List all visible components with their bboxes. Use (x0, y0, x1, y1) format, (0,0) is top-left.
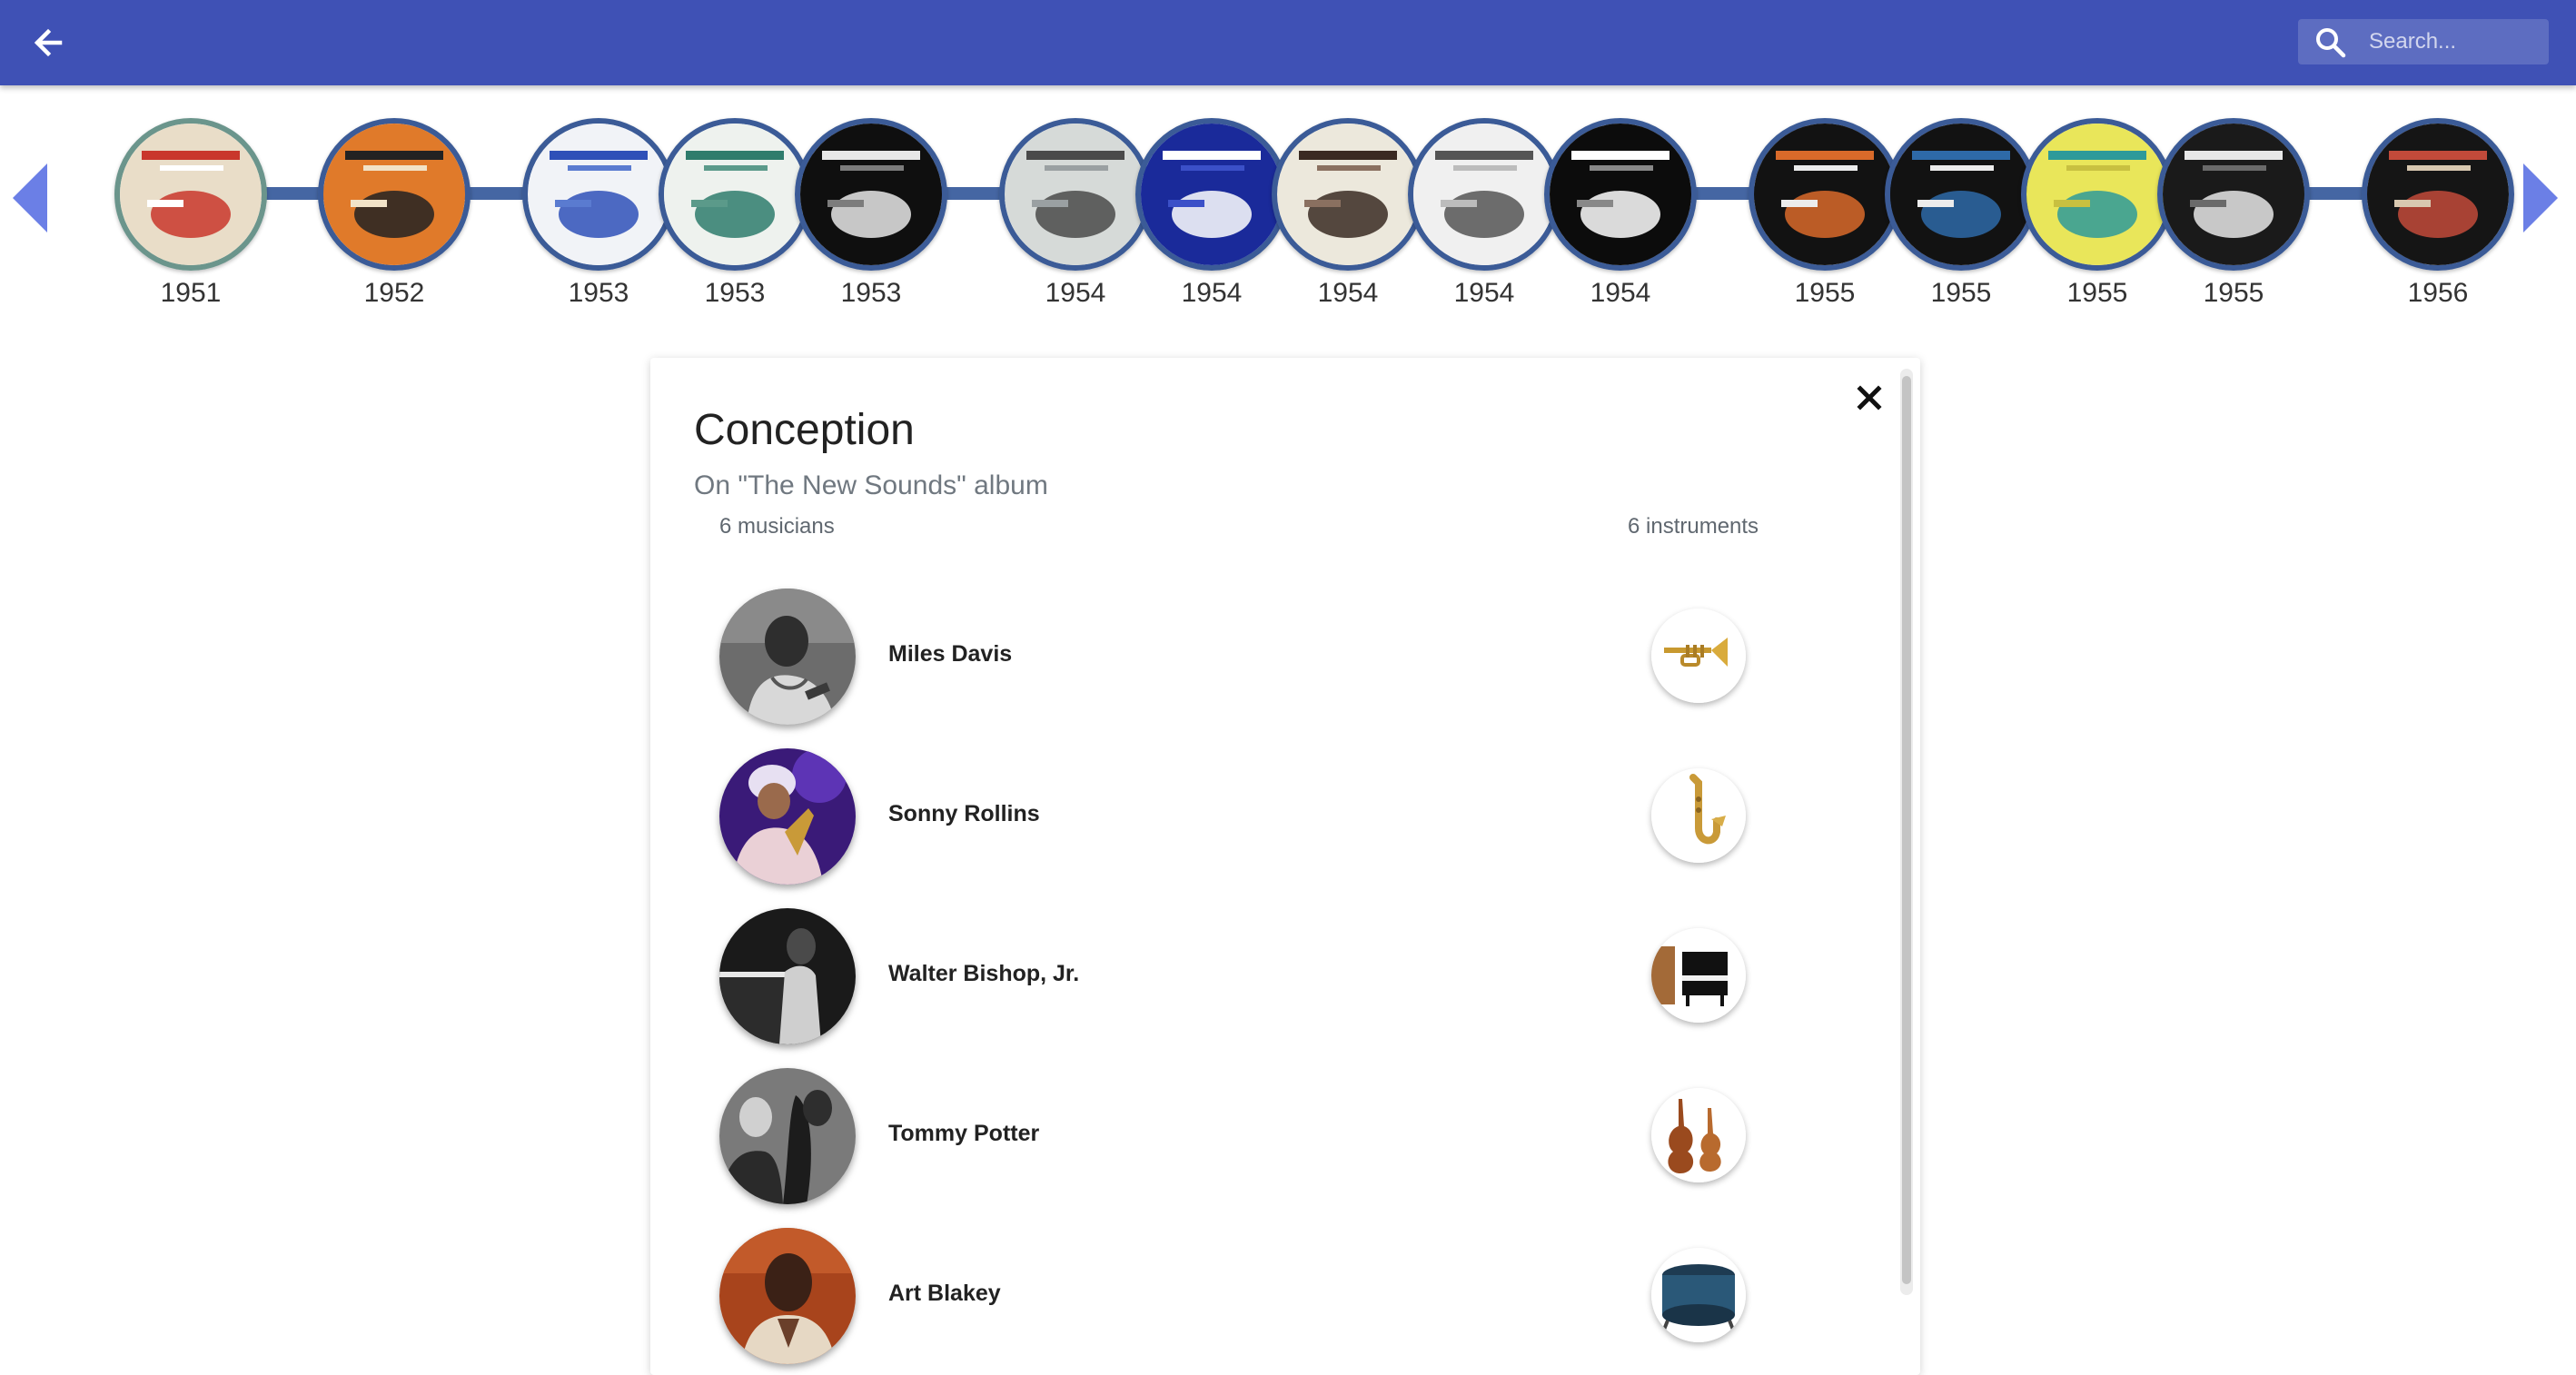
album-item[interactable]: 1953 (659, 118, 811, 309)
musician-name[interactable]: Tommy Potter (888, 1121, 1039, 1147)
saxophone-icon[interactable] (1651, 768, 1746, 863)
album-item[interactable]: 1954 (1135, 118, 1288, 309)
album-cover[interactable] (2362, 118, 2514, 271)
album-cover[interactable] (318, 118, 471, 271)
album-item[interactable]: 1954 (1408, 118, 1560, 309)
musician-photo[interactable] (719, 908, 856, 1044)
musician-row: Walter Bishop, Jr. (719, 908, 1809, 1044)
album-year: 1954 (1590, 278, 1651, 308)
musician-photo[interactable] (719, 589, 856, 725)
album-cover[interactable] (2157, 118, 2310, 271)
album-year: 1955 (1930, 278, 1992, 308)
double-bass-icon[interactable] (1651, 1088, 1746, 1182)
musician-name[interactable]: Walter Bishop, Jr. (888, 961, 1079, 987)
musician-photo[interactable] (719, 748, 856, 885)
musician-photo[interactable] (719, 1068, 856, 1204)
album-year: 1951 (160, 278, 222, 308)
trumpet-icon[interactable] (1651, 608, 1746, 703)
musician-row: Tommy Potter (719, 1068, 1809, 1204)
album-cover[interactable] (1408, 118, 1560, 271)
scrollbar-thumb[interactable] (1902, 376, 1911, 1284)
album-year: 1955 (2203, 278, 2264, 308)
musician-row: Art Blakey (719, 1228, 1809, 1364)
search-input[interactable] (2369, 19, 2541, 64)
album-item[interactable]: 1955 (2157, 118, 2310, 309)
album-cover[interactable] (1885, 118, 2037, 271)
timeline-track: 1951 1952 1953 1953 1953 1954 1954 1954 1954 1954… (0, 100, 2576, 318)
search-box[interactable] (2298, 19, 2549, 64)
album-year: 1952 (363, 278, 425, 308)
album-item[interactable]: 1951 (114, 118, 267, 309)
album-timeline: 1951 1952 1953 1953 1953 1954 1954 1954 1954 1954… (0, 100, 2576, 318)
album-year: 1953 (568, 278, 629, 308)
triangle-right-icon[interactable] (2522, 163, 2558, 232)
app-bar (0, 0, 2576, 85)
album-year: 1953 (704, 278, 766, 308)
album-cover[interactable] (659, 118, 811, 271)
album-year: 1956 (2407, 278, 2469, 308)
album-subtitle: On "The New Sounds" album (694, 470, 1048, 500)
album-cover[interactable] (1135, 118, 1288, 271)
album-item[interactable]: 1955 (1749, 118, 1901, 309)
album-cover[interactable] (2021, 118, 2174, 271)
album-item[interactable]: 1956 (2362, 118, 2514, 309)
album-item[interactable]: 1954 (1272, 118, 1424, 309)
search-icon (2316, 28, 2346, 58)
musician-row: Sonny Rollins (719, 748, 1809, 885)
album-cover[interactable] (1272, 118, 1424, 271)
album-cover[interactable] (1544, 118, 1697, 271)
musicians-count: 6 musicians (719, 514, 835, 539)
musician-name[interactable]: Art Blakey (888, 1281, 1001, 1307)
album-cover[interactable] (795, 118, 947, 271)
album-item[interactable]: 1953 (522, 118, 675, 309)
track-title: Conception (694, 406, 915, 454)
musician-name[interactable]: Miles Davis (888, 641, 1012, 668)
album-item[interactable]: 1954 (999, 118, 1152, 309)
album-cover[interactable] (522, 118, 675, 271)
musician-name[interactable]: Sonny Rollins (888, 801, 1040, 827)
album-year: 1954 (1181, 278, 1243, 308)
album-year: 1953 (840, 278, 902, 308)
album-item[interactable]: 1953 (795, 118, 947, 309)
album-year: 1955 (1794, 278, 1856, 308)
album-year: 1955 (2066, 278, 2128, 308)
musician-row: Miles Davis (719, 589, 1809, 725)
back-button[interactable] (24, 18, 73, 67)
instruments-count: 6 instruments (1628, 514, 1759, 539)
album-cover[interactable] (1749, 118, 1901, 271)
musician-photo[interactable] (719, 1228, 856, 1364)
album-year: 1954 (1317, 278, 1379, 308)
album-item[interactable]: 1955 (2021, 118, 2174, 309)
album-item[interactable]: 1952 (318, 118, 471, 309)
album-year: 1954 (1045, 278, 1106, 308)
detail-panel: Conception On "The New Sounds" album 6 m… (650, 358, 1920, 1375)
album-item[interactable]: 1955 (1885, 118, 2037, 309)
album-cover[interactable] (114, 118, 267, 271)
piano-icon[interactable] (1651, 928, 1746, 1023)
drums-icon[interactable] (1651, 1248, 1746, 1342)
album-year: 1954 (1453, 278, 1515, 308)
album-item[interactable]: 1954 (1544, 118, 1697, 309)
close-icon[interactable] (1851, 380, 1887, 416)
arrow-left-icon (34, 28, 63, 57)
album-cover[interactable] (999, 118, 1152, 271)
